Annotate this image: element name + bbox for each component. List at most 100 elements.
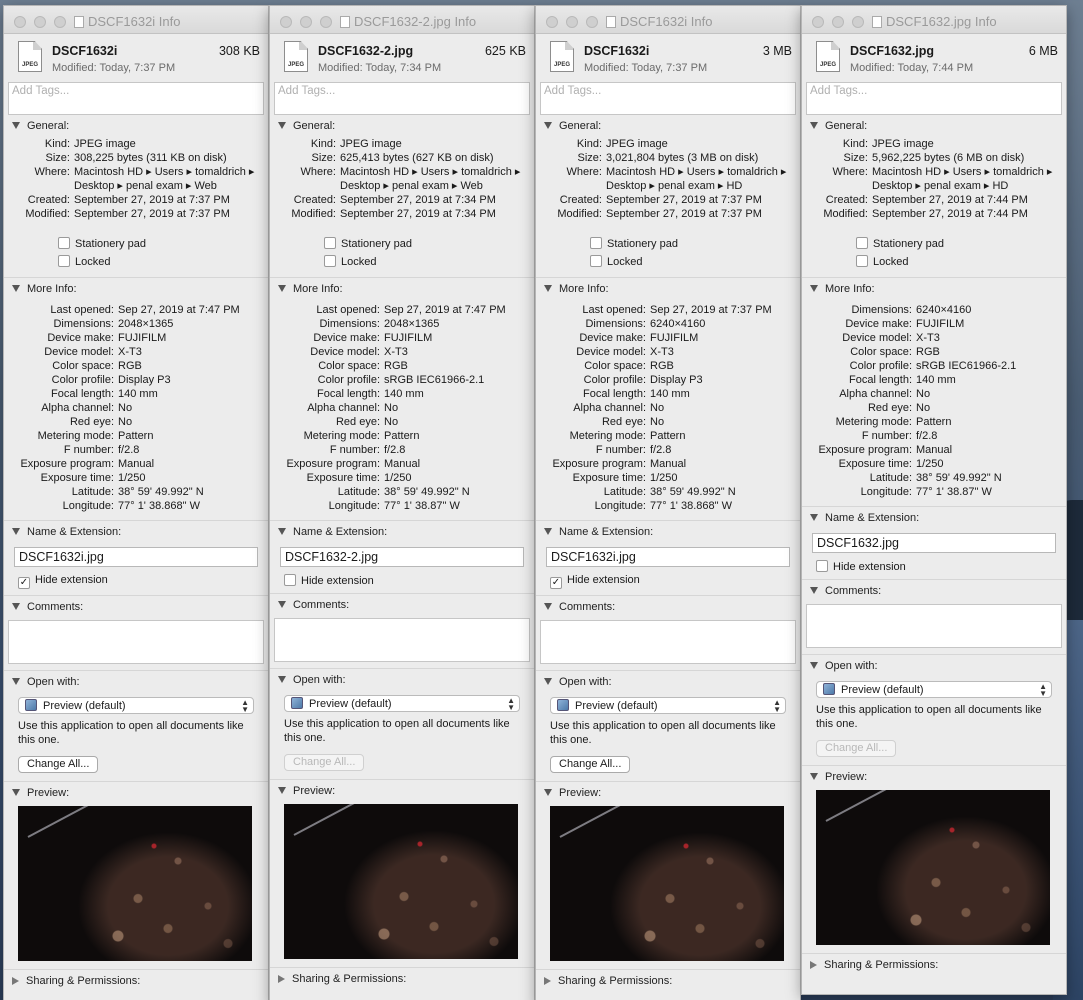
- comments-textarea[interactable]: [274, 618, 530, 662]
- title-bar[interactable]: DSCF1632.jpg Info: [802, 6, 1066, 34]
- comments-textarea[interactable]: [806, 604, 1062, 648]
- general-row: Where: Macintosh HD ▸ Users ▸ tomaldrich …: [536, 165, 794, 193]
- general-row-label: Kind:: [310, 138, 336, 150]
- more-info-row-value: Sep 27, 2019 at 7:47 PM: [118, 304, 240, 316]
- info-window-3[interactable]: DSCF1632i Info JPEG DSCF1632i 3 MB Modif…: [535, 5, 801, 1000]
- hide-extension-checkbox[interactable]: Hide extension: [802, 553, 1066, 579]
- more-info-section-toggle[interactable]: More Info:: [802, 278, 1066, 300]
- more-info-row: Latitude: 38° 59' 49.992" N: [4, 485, 264, 499]
- application-popup[interactable]: Preview (default) ▲ ▼: [550, 697, 786, 714]
- general-section-toggle[interactable]: General:: [802, 115, 1066, 137]
- info-window-2[interactable]: DSCF1632-2.jpg Info JPEG DSCF1632-2.jpg …: [269, 5, 535, 1000]
- tags-input[interactable]: Add Tags...: [806, 82, 1062, 115]
- hide-extension-checkbox[interactable]: ✓ Hide extension: [4, 567, 268, 595]
- more-info-row-value: 140 mm: [650, 388, 690, 400]
- comments-textarea[interactable]: [8, 620, 264, 664]
- info-window-4[interactable]: DSCF1632.jpg Info JPEG DSCF1632.jpg 6 MB…: [801, 5, 1067, 995]
- change-all-button[interactable]: Change All...: [18, 756, 99, 773]
- more-info-row: Exposure time: 1/250: [536, 471, 796, 485]
- name-extension-section-toggle[interactable]: Name & Extension:: [4, 521, 268, 543]
- zoom-window-button[interactable]: [586, 16, 598, 28]
- general-section-toggle[interactable]: General:: [270, 115, 534, 137]
- stationery-pad-checkbox[interactable]: Stationery pad: [4, 235, 268, 253]
- change-all-button[interactable]: Change All...: [550, 756, 631, 773]
- preview-section-toggle[interactable]: Preview:: [536, 782, 800, 804]
- zoom-window-button[interactable]: [320, 16, 332, 28]
- open-with-section-toggle[interactable]: Open with:: [270, 669, 534, 691]
- zoom-window-button[interactable]: [852, 16, 864, 28]
- comments-section-toggle[interactable]: Comments:: [536, 596, 800, 618]
- file-modified: Modified: Today, 7:37 PM: [584, 62, 708, 74]
- general-row-value: 308,225 bytes (311 KB on disk): [74, 152, 227, 164]
- window-title: DSCF1632-2.jpg Info: [354, 14, 477, 29]
- tags-input[interactable]: Add Tags...: [8, 82, 264, 115]
- more-info-row-label: Color profile:: [317, 374, 380, 386]
- more-info-row-value: 1/250: [650, 472, 678, 484]
- open-with-section-toggle[interactable]: Open with:: [802, 655, 1066, 677]
- sharing-permissions-section-toggle[interactable]: Sharing & Permissions:: [802, 954, 1066, 976]
- tags-input[interactable]: Add Tags...: [540, 82, 796, 115]
- checkbox-icon: [590, 255, 602, 267]
- close-window-button[interactable]: [812, 16, 824, 28]
- hide-extension-checkbox[interactable]: Hide extension: [270, 567, 534, 593]
- general-section-toggle[interactable]: General:: [536, 115, 800, 137]
- locked-checkbox[interactable]: Locked: [536, 253, 800, 271]
- sharing-permissions-section-toggle[interactable]: Sharing & Permissions:: [536, 970, 800, 992]
- more-info-row-value: 1/250: [916, 458, 944, 470]
- name-extension-section-toggle[interactable]: Name & Extension:: [270, 521, 534, 543]
- more-info-section-toggle[interactable]: More Info:: [536, 278, 800, 300]
- comments-section-toggle[interactable]: Comments:: [270, 594, 534, 616]
- stationery-pad-checkbox[interactable]: Stationery pad: [802, 235, 1066, 253]
- close-window-button[interactable]: [280, 16, 292, 28]
- open-with-section-toggle[interactable]: Open with:: [536, 671, 800, 693]
- general-row: Created: September 27, 2019 at 7:37 PM: [4, 193, 262, 207]
- open-with-section-toggle[interactable]: Open with:: [4, 671, 268, 693]
- file-name-input[interactable]: DSCF1632.jpg: [812, 533, 1056, 553]
- more-info-section-toggle[interactable]: More Info:: [4, 278, 268, 300]
- locked-checkbox[interactable]: Locked: [4, 253, 268, 271]
- close-window-button[interactable]: [546, 16, 558, 28]
- title-bar[interactable]: DSCF1632-2.jpg Info: [270, 6, 534, 34]
- disclosure-triangle-icon: [544, 678, 552, 685]
- file-name: DSCF1632.jpg: [850, 44, 935, 58]
- file-name-input[interactable]: DSCF1632i.jpg: [546, 547, 790, 567]
- sharing-permissions-section-toggle[interactable]: Sharing & Permissions:: [270, 968, 534, 990]
- minimize-window-button[interactable]: [832, 16, 844, 28]
- minimize-window-button[interactable]: [566, 16, 578, 28]
- comments-section-toggle[interactable]: Comments:: [802, 580, 1066, 602]
- locked-checkbox[interactable]: Locked: [270, 253, 534, 271]
- comments-section-toggle[interactable]: Comments:: [4, 596, 268, 618]
- application-popup[interactable]: Preview (default) ▲ ▼: [284, 695, 520, 712]
- name-extension-section-toggle[interactable]: Name & Extension:: [536, 521, 800, 543]
- application-popup[interactable]: Preview (default) ▲ ▼: [816, 681, 1052, 698]
- more-info-section-toggle[interactable]: More Info:: [270, 278, 534, 300]
- change-all-button[interactable]: Change All...: [816, 740, 897, 757]
- preview-section-toggle[interactable]: Preview:: [802, 766, 1066, 788]
- info-window-1[interactable]: DSCF1632i Info JPEG DSCF1632i 308 KB Mod…: [3, 5, 269, 1000]
- general-row-label: Created:: [825, 194, 868, 206]
- more-info-row: Device make: FUJIFILM: [4, 331, 264, 345]
- application-popup[interactable]: Preview (default) ▲ ▼: [18, 697, 254, 714]
- more-info-row-value: f/2.8: [650, 444, 672, 456]
- name-extension-section-toggle[interactable]: Name & Extension:: [802, 507, 1066, 529]
- file-name-input[interactable]: DSCF1632-2.jpg: [280, 547, 524, 567]
- close-window-button[interactable]: [14, 16, 26, 28]
- sharing-permissions-section-toggle[interactable]: Sharing & Permissions:: [4, 970, 268, 992]
- tags-input[interactable]: Add Tags...: [274, 82, 530, 115]
- preview-section-toggle[interactable]: Preview:: [270, 780, 534, 802]
- minimize-window-button[interactable]: [300, 16, 312, 28]
- stationery-pad-checkbox[interactable]: Stationery pad: [270, 235, 534, 253]
- locked-checkbox[interactable]: Locked: [802, 253, 1066, 271]
- minimize-window-button[interactable]: [34, 16, 46, 28]
- zoom-window-button[interactable]: [54, 16, 66, 28]
- title-bar[interactable]: DSCF1632i Info: [4, 6, 268, 34]
- file-name-input[interactable]: DSCF1632i.jpg: [14, 547, 258, 567]
- more-info-row-label: Device make:: [845, 318, 912, 330]
- comments-textarea[interactable]: [540, 620, 796, 664]
- preview-section-toggle[interactable]: Preview:: [4, 782, 268, 804]
- title-bar[interactable]: DSCF1632i Info: [536, 6, 800, 34]
- stationery-pad-checkbox[interactable]: Stationery pad: [536, 235, 800, 253]
- hide-extension-checkbox[interactable]: ✓ Hide extension: [536, 567, 800, 595]
- change-all-button[interactable]: Change All...: [284, 754, 365, 771]
- general-section-toggle[interactable]: General:: [4, 115, 268, 137]
